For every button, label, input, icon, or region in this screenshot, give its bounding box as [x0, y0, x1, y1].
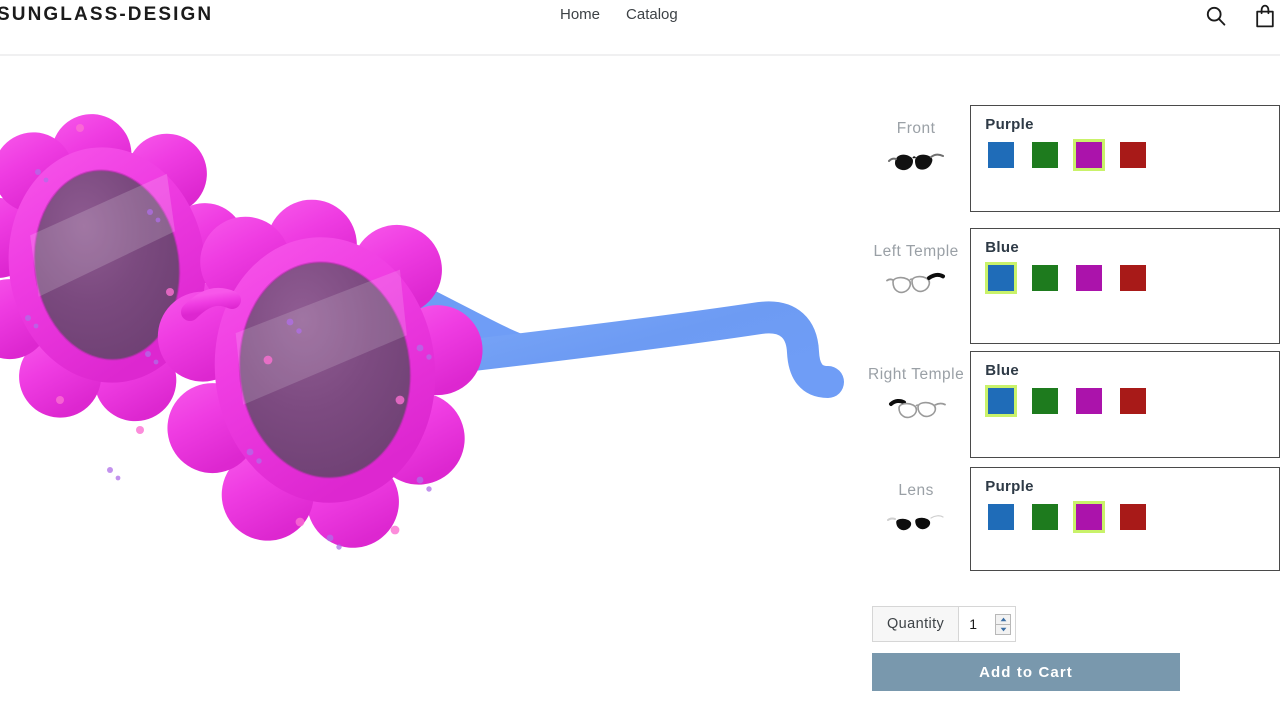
swatch-color: [1032, 265, 1059, 291]
swatch-row-front: [985, 139, 1279, 171]
quantity-field[interactable]: [959, 606, 1017, 642]
swatch-lens-green[interactable]: [1029, 501, 1061, 533]
quantity-label: Quantity: [872, 606, 960, 642]
chevron-up-icon: [1000, 617, 1007, 621]
glasses-lens-icon: [885, 507, 947, 542]
swatch-color: [1032, 388, 1059, 414]
swatch-row-lens: [985, 501, 1279, 533]
quantity-stepper[interactable]: [995, 613, 1012, 635]
site-header: SUNGLASS-DESIGN Home Catalog: [0, 0, 1280, 55]
swatch-color: [1120, 388, 1147, 414]
option-value-front: Purple: [985, 116, 1034, 133]
swatch-left-temple-red[interactable]: [1117, 262, 1149, 294]
option-box-front: Purple: [970, 105, 1280, 212]
sunglasses-illustration: [0, 114, 844, 550]
product-image: [0, 60, 860, 660]
glasses-front-icon: [885, 145, 947, 180]
swatch-color: [1032, 142, 1059, 168]
option-label-col-left-temple: Left Temple: [868, 228, 970, 344]
option-label-col-lens: Lens: [868, 467, 970, 571]
site-logo[interactable]: SUNGLASS-DESIGN: [0, 4, 213, 26]
swatch-left-temple-green[interactable]: [1029, 262, 1061, 294]
option-row-right-temple: Right Temple Blue: [868, 351, 1280, 458]
search-icon: [1206, 6, 1226, 26]
glasses-right-temple-icon: [885, 391, 947, 426]
swatch-lens-purple[interactable]: [1073, 501, 1106, 533]
option-box-right-temple: Blue: [970, 351, 1280, 458]
swatch-color: [1120, 265, 1147, 291]
cart-button[interactable]: [1252, 2, 1278, 35]
swatch-color: [988, 504, 1015, 530]
swatch-color: [1120, 504, 1147, 530]
swatch-right-temple-red[interactable]: [1117, 385, 1149, 417]
swatch-front-blue[interactable]: [985, 139, 1017, 171]
swatch-color: [988, 265, 1015, 291]
option-label-left-temple: Left Temple: [873, 243, 959, 260]
add-to-cart-button[interactable]: Add to Cart: [872, 653, 1180, 691]
option-row-left-temple: Left Temple Blue: [868, 228, 1280, 344]
swatch-lens-red[interactable]: [1117, 501, 1149, 533]
swatch-color: [1076, 388, 1103, 414]
swatch-color: [1032, 504, 1059, 530]
option-value-right-temple: Blue: [985, 362, 1019, 379]
quantity-row: Quantity: [872, 606, 1017, 642]
quantity-increment-button[interactable]: [996, 615, 1011, 625]
swatch-right-temple-blue[interactable]: [985, 385, 1018, 417]
swatch-color: [1120, 142, 1147, 168]
option-value-left-temple: Blue: [985, 239, 1019, 256]
swatch-right-temple-purple[interactable]: [1073, 385, 1105, 417]
swatch-right-temple-green[interactable]: [1029, 385, 1061, 417]
chevron-down-icon: [1000, 627, 1007, 631]
swatch-lens-blue[interactable]: [985, 501, 1017, 533]
shopping-bag-icon: [1256, 4, 1274, 28]
option-label-col-right-temple: Right Temple: [868, 351, 970, 458]
option-box-left-temple: Blue: [970, 228, 1280, 344]
swatch-color: [1076, 142, 1103, 168]
option-label-right-temple: Right Temple: [868, 366, 965, 383]
swatch-left-temple-purple[interactable]: [1073, 262, 1105, 294]
option-label-col-front: Front: [868, 105, 970, 212]
header-divider: [0, 54, 1280, 56]
swatch-front-green[interactable]: [1029, 139, 1061, 171]
customization-options: Front Purple Left Temple Blue Right Temp…: [868, 105, 1280, 571]
option-row-lens: Lens Purple: [868, 467, 1280, 571]
quantity-input[interactable]: [967, 615, 992, 633]
option-box-lens: Purple: [970, 467, 1280, 571]
swatch-color: [1076, 265, 1103, 291]
nav-link-home[interactable]: Home: [560, 6, 600, 23]
swatch-row-left-temple: [985, 262, 1279, 294]
swatch-left-temple-blue[interactable]: [985, 262, 1018, 294]
swatch-front-purple[interactable]: [1073, 139, 1106, 171]
search-button[interactable]: [1204, 4, 1228, 33]
option-value-lens: Purple: [985, 478, 1034, 495]
quantity-decrement-button[interactable]: [996, 625, 1010, 634]
option-label-front: Front: [896, 120, 936, 137]
swatch-front-red[interactable]: [1117, 139, 1149, 171]
main-nav: Home Catalog: [560, 6, 678, 23]
option-row-front: Front Purple: [868, 105, 1280, 212]
product-page: SUNGLASS-DESIGN Home Catalog Front Purpl…: [0, 0, 1280, 720]
swatch-color: [988, 388, 1015, 414]
swatch-color: [1076, 504, 1103, 530]
option-label-lens: Lens: [898, 482, 934, 499]
nav-link-catalog[interactable]: Catalog: [626, 6, 678, 23]
glasses-left-temple-icon: [885, 268, 947, 303]
swatch-color: [988, 142, 1015, 168]
swatch-row-right-temple: [985, 385, 1279, 417]
